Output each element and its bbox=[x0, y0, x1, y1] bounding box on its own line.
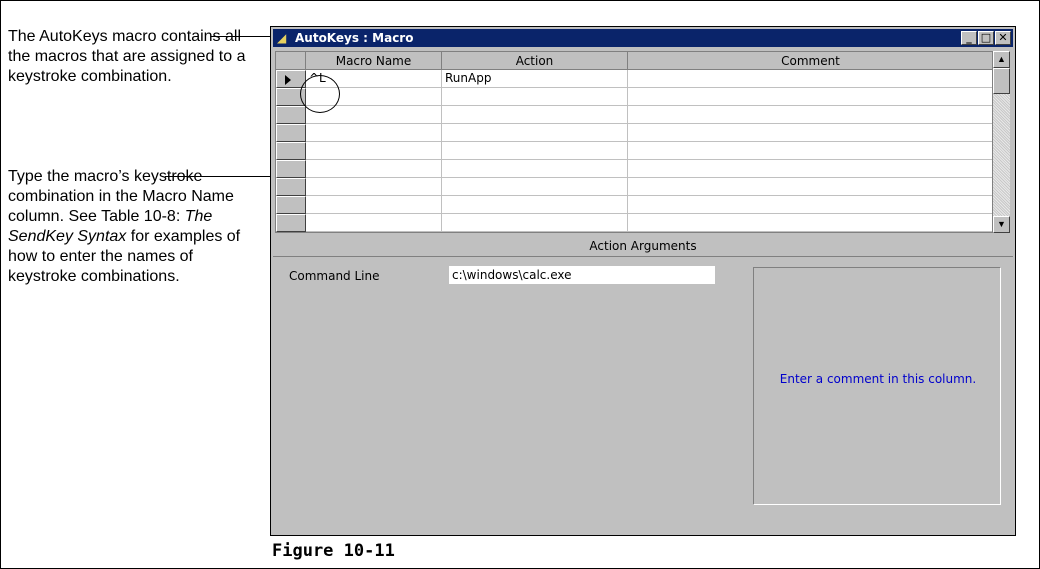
cell-action[interactable] bbox=[442, 214, 628, 232]
cell-macro-name[interactable] bbox=[306, 196, 442, 214]
cell-comment[interactable] bbox=[628, 70, 992, 88]
row-selector[interactable] bbox=[276, 88, 306, 106]
macro-window[interactable]: ◢ AutoKeys : Macro _ □ ✕ Macro Name Acti… bbox=[270, 26, 1016, 536]
row-selector[interactable] bbox=[276, 214, 306, 232]
cell-action[interactable] bbox=[442, 142, 628, 160]
cell-action[interactable] bbox=[442, 106, 628, 124]
cell-macro-name[interactable]: ^L bbox=[306, 70, 442, 88]
cell-macro-name[interactable] bbox=[306, 178, 442, 196]
minimize-button[interactable]: _ bbox=[961, 31, 977, 45]
command-line-label: Command Line bbox=[289, 269, 380, 283]
cell-comment[interactable] bbox=[628, 106, 992, 124]
cell-action[interactable] bbox=[442, 178, 628, 196]
help-text: Enter a comment in this column. bbox=[779, 372, 977, 386]
row-selector[interactable] bbox=[276, 160, 306, 178]
callout-keystroke: Type the macro’s keystroke combination i… bbox=[8, 167, 263, 287]
column-header-comment[interactable]: Comment bbox=[628, 52, 992, 70]
help-panel: Enter a comment in this column. bbox=[753, 267, 1001, 505]
scroll-up-icon[interactable]: ▲ bbox=[993, 51, 1010, 68]
maximize-button[interactable]: □ bbox=[978, 31, 994, 45]
callout-autokeys-text: The AutoKeys macro contains all the macr… bbox=[8, 28, 246, 85]
cell-macro-name[interactable] bbox=[306, 214, 442, 232]
cell-macro-name[interactable] bbox=[306, 106, 442, 124]
row-selector[interactable] bbox=[276, 142, 306, 160]
cell-action[interactable]: RunApp bbox=[442, 70, 628, 88]
vertical-scrollbar[interactable]: ▲ ▼ bbox=[993, 51, 1010, 233]
cell-macro-name[interactable] bbox=[306, 142, 442, 160]
cell-action[interactable] bbox=[442, 124, 628, 142]
cell-action[interactable] bbox=[442, 196, 628, 214]
close-button[interactable]: ✕ bbox=[995, 31, 1011, 45]
cell-comment[interactable] bbox=[628, 88, 992, 106]
action-arguments-header: Action Arguments bbox=[273, 236, 1013, 257]
cell-comment[interactable] bbox=[628, 124, 992, 142]
cell-action[interactable] bbox=[442, 160, 628, 178]
cell-macro-name[interactable] bbox=[306, 88, 442, 106]
macro-icon: ◢ bbox=[277, 31, 287, 45]
column-header-action[interactable]: Action bbox=[442, 52, 628, 70]
macro-grid[interactable]: Macro Name Action Comment ^L RunApp bbox=[275, 51, 993, 233]
row-selector[interactable] bbox=[276, 196, 306, 214]
row-selector[interactable] bbox=[276, 124, 306, 142]
cell-action[interactable] bbox=[442, 88, 628, 106]
column-header-macro-name[interactable]: Macro Name bbox=[306, 52, 442, 70]
cell-macro-name[interactable] bbox=[306, 160, 442, 178]
leader-line-1 bbox=[211, 36, 273, 37]
cell-comment[interactable] bbox=[628, 178, 992, 196]
cell-comment[interactable] bbox=[628, 142, 992, 160]
grid-corner bbox=[276, 52, 306, 70]
scroll-down-icon[interactable]: ▼ bbox=[993, 216, 1010, 233]
row-selector[interactable] bbox=[276, 106, 306, 124]
title-bar[interactable]: ◢ AutoKeys : Macro _ □ ✕ bbox=[273, 29, 1013, 47]
row-selector[interactable] bbox=[276, 178, 306, 196]
cell-comment[interactable] bbox=[628, 214, 992, 232]
scroll-thumb[interactable] bbox=[993, 68, 1010, 94]
figure-caption: Figure 10-11 bbox=[272, 541, 395, 561]
cell-comment[interactable] bbox=[628, 196, 992, 214]
row-selector[interactable] bbox=[276, 70, 306, 88]
command-line-field[interactable]: c:\windows\calc.exe bbox=[449, 266, 715, 284]
cell-comment[interactable] bbox=[628, 160, 992, 178]
current-row-arrow-icon bbox=[285, 75, 291, 85]
window-title: AutoKeys : Macro bbox=[295, 31, 414, 45]
cell-macro-name[interactable] bbox=[306, 124, 442, 142]
